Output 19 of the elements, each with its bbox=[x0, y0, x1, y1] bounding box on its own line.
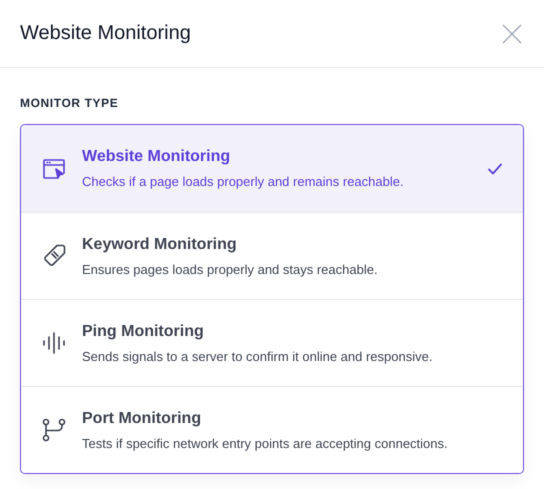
monitor-option[interactable]: Website Monitoring Checks if a page loads properly and remains reachable. bbox=[21, 125, 523, 212]
option-description: Checks if a page loads properly and remains reachable. bbox=[82, 174, 405, 189]
option-description: Tests if specific network entry points are accepting connections. bbox=[82, 436, 449, 450]
option-description: Ensures pages loads properly and stays reachable. bbox=[82, 262, 379, 276]
check-icon bbox=[487, 160, 503, 176]
dialog-title: Website Monitoring bbox=[20, 22, 191, 45]
option-title: Port Monitoring bbox=[82, 410, 202, 428]
close-button[interactable] bbox=[502, 24, 522, 44]
monitor-option[interactable]: Keyword Monitoring Ensures pages loads properly and stays reachable. bbox=[21, 212, 523, 299]
section-label: MONITOR TYPE bbox=[20, 96, 120, 110]
sound-wave-icon bbox=[41, 330, 67, 356]
tag-icon bbox=[41, 243, 67, 269]
option-title: Ping Monitoring bbox=[82, 322, 205, 340]
monitor-option[interactable]: Port Monitoring Tests if specific network entry points are accepting connections. bbox=[21, 386, 523, 473]
branch-icon bbox=[41, 417, 67, 443]
option-title: Website Monitoring bbox=[82, 148, 232, 166]
option-title: Keyword Monitoring bbox=[82, 236, 238, 254]
option-description: Sends signals to a server to confirm it online and responsive. bbox=[82, 348, 434, 364]
monitor-option[interactable]: Ping Monitoring Sends signals to a server to confirm it online and responsive. bbox=[21, 299, 523, 386]
